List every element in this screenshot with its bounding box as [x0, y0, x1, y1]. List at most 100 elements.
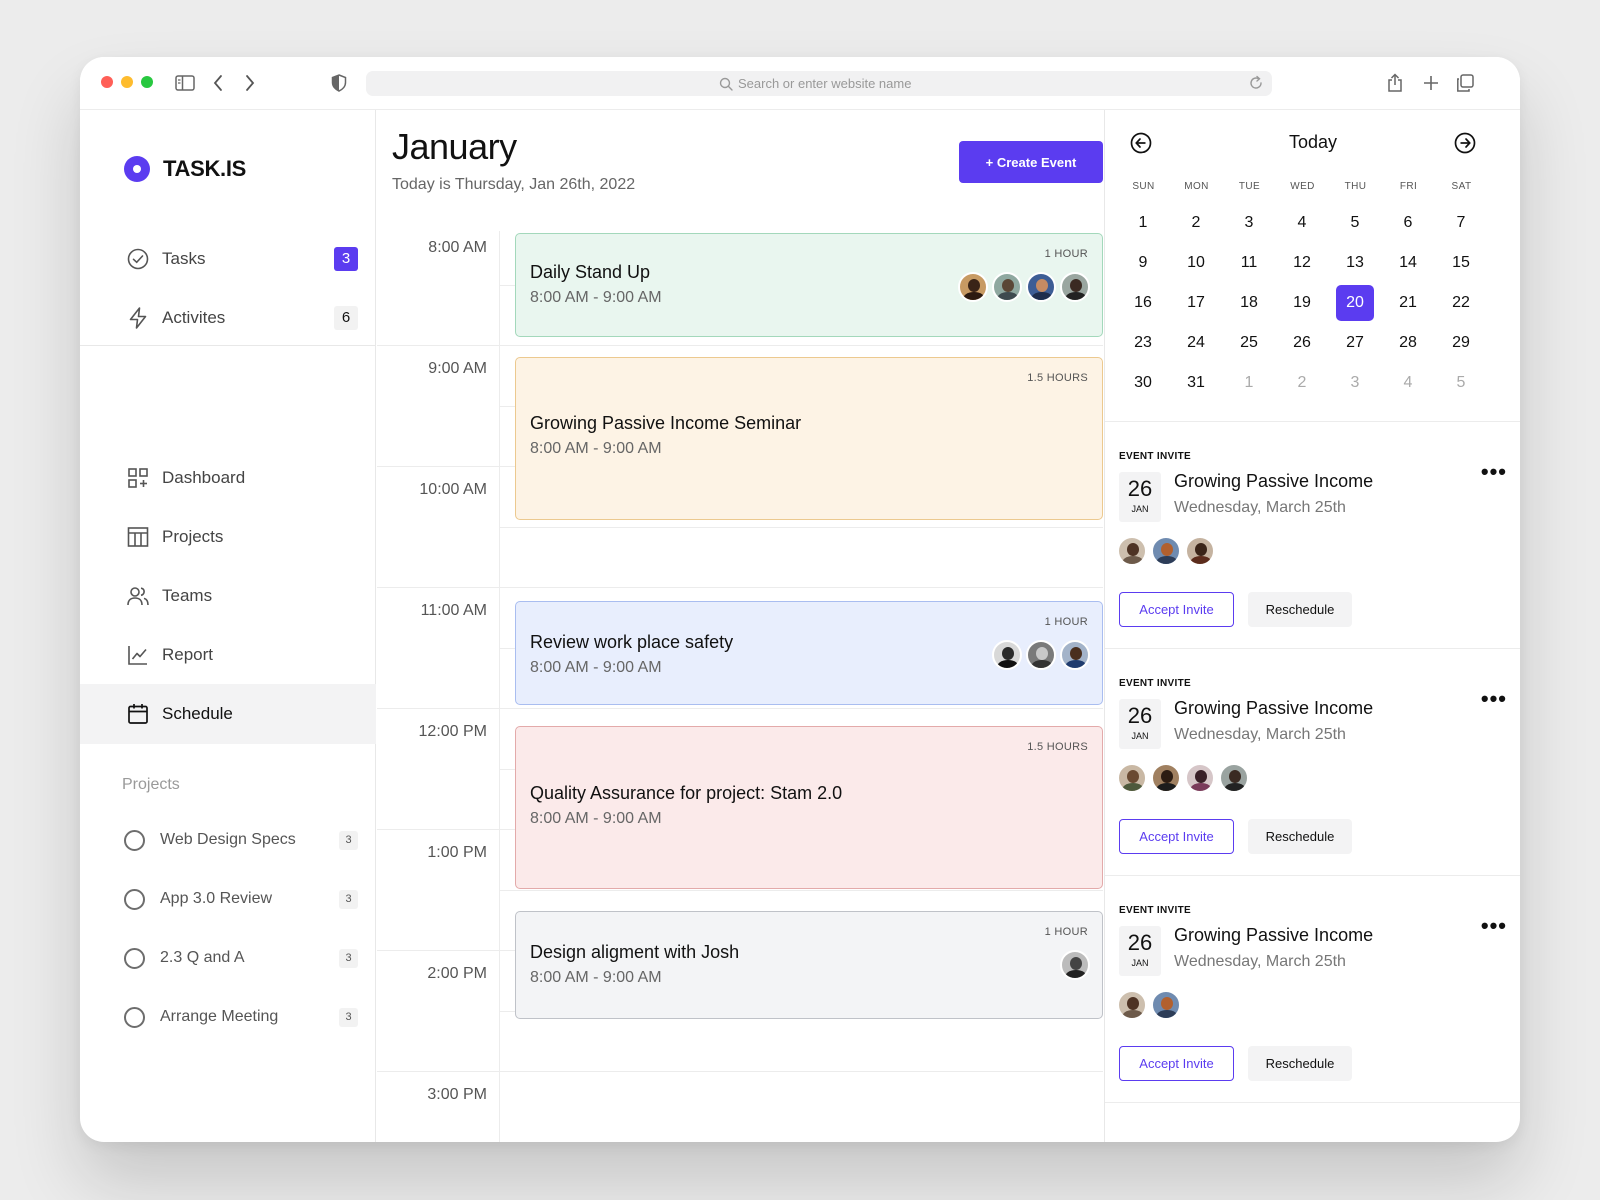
calendar-day-next-month[interactable]: 2: [1283, 365, 1321, 401]
calendar-day-next-month[interactable]: 4: [1389, 365, 1427, 401]
calendar-day[interactable]: 30: [1124, 365, 1162, 401]
project-radio-icon[interactable]: [124, 889, 145, 910]
reschedule-button[interactable]: Reschedule: [1248, 819, 1352, 854]
calendar-day[interactable]: 5: [1336, 205, 1374, 241]
calendar-day[interactable]: 25: [1230, 325, 1268, 361]
project-radio-icon[interactable]: [124, 830, 145, 851]
project-item[interactable]: 2.3 Q and A 3: [80, 939, 376, 979]
avatar[interactable]: [1026, 640, 1056, 670]
avatar[interactable]: [1185, 763, 1215, 793]
avatar[interactable]: [1060, 272, 1090, 302]
calendar-day[interactable]: 10: [1177, 245, 1215, 281]
tabs-overview-icon[interactable]: [1453, 71, 1477, 95]
calendar-day[interactable]: 3: [1230, 205, 1268, 241]
avatar[interactable]: [1060, 950, 1090, 980]
address-bar[interactable]: [366, 71, 1272, 96]
event-card-review-work-place-safety[interactable]: 1 HOUR Review work place safety 8:00 AM …: [515, 601, 1103, 705]
calendar-day[interactable]: 24: [1177, 325, 1215, 361]
minimize-window-button[interactable]: [121, 76, 133, 88]
avatar[interactable]: [1151, 763, 1181, 793]
forward-arrow-icon[interactable]: [238, 71, 262, 95]
more-options-icon[interactable]: •••: [1481, 915, 1507, 937]
calendar-day-next-month[interactable]: 3: [1336, 365, 1374, 401]
close-window-button[interactable]: [101, 76, 113, 88]
more-options-icon[interactable]: •••: [1481, 688, 1507, 710]
avatar[interactable]: [1219, 763, 1249, 793]
avatar[interactable]: [958, 272, 988, 302]
sidebar-toggle-icon[interactable]: [173, 71, 197, 95]
project-radio-icon[interactable]: [124, 1007, 145, 1028]
calendar-day[interactable]: 16: [1124, 285, 1162, 321]
calendar-day-selected[interactable]: 20: [1336, 285, 1374, 321]
calendar-day-next-month[interactable]: 5: [1442, 365, 1480, 401]
calendar-day[interactable]: 12: [1283, 245, 1321, 281]
next-month-arrow-icon[interactable]: [1453, 131, 1477, 155]
zoom-window-button[interactable]: [141, 76, 153, 88]
half-hour-line: [500, 890, 1103, 891]
new-tab-plus-icon[interactable]: [1419, 71, 1443, 95]
avatar[interactable]: [1117, 763, 1147, 793]
calendar-day[interactable]: 1: [1124, 205, 1162, 241]
address-input[interactable]: [738, 74, 1138, 93]
calendar-day[interactable]: 22: [1442, 285, 1480, 321]
avatar[interactable]: [992, 640, 1022, 670]
calendar-day[interactable]: 23: [1124, 325, 1162, 361]
reschedule-button[interactable]: Reschedule: [1248, 1046, 1352, 1081]
project-radio-icon[interactable]: [124, 948, 145, 969]
calendar-day[interactable]: 26: [1283, 325, 1321, 361]
avatar[interactable]: [1151, 990, 1181, 1020]
create-event-button[interactable]: + Create Event: [959, 141, 1103, 183]
sidebar-item-schedule[interactable]: Schedule: [80, 684, 376, 744]
calendar-day[interactable]: 6: [1389, 205, 1427, 241]
sidebar-item-tasks[interactable]: Tasks 3: [80, 229, 376, 289]
event-card-design-aligment[interactable]: 1 HOUR Design aligment with Josh 8:00 AM…: [515, 911, 1103, 1019]
reschedule-button[interactable]: Reschedule: [1248, 592, 1352, 627]
avatar[interactable]: [1151, 536, 1181, 566]
avatar[interactable]: [1117, 990, 1147, 1020]
calendar-day[interactable]: 18: [1230, 285, 1268, 321]
project-item[interactable]: Web Design Specs 3: [80, 821, 376, 861]
sidebar-item-report[interactable]: Report: [80, 625, 376, 685]
more-options-icon[interactable]: •••: [1481, 461, 1507, 483]
sidebar-item-activites[interactable]: Activites 6: [80, 288, 376, 348]
sidebar-item-projects[interactable]: Projects: [80, 507, 376, 567]
calendar-day[interactable]: 31: [1177, 365, 1215, 401]
accept-invite-button[interactable]: Accept Invite: [1119, 1046, 1234, 1081]
accept-invite-button[interactable]: Accept Invite: [1119, 592, 1234, 627]
sidebar-item-dashboard[interactable]: Dashboard: [80, 448, 376, 508]
calendar-day-next-month[interactable]: 1: [1230, 365, 1268, 401]
reload-icon[interactable]: [1248, 75, 1264, 96]
calendar-day[interactable]: 19: [1283, 285, 1321, 321]
shield-icon[interactable]: [327, 71, 351, 95]
project-item[interactable]: Arrange Meeting 3: [80, 998, 376, 1038]
calendar-day[interactable]: 11: [1230, 245, 1268, 281]
event-card-daily-stand-up[interactable]: 1 HOUR Daily Stand Up 8:00 AM - 9:00 AM: [515, 233, 1103, 337]
time-label: 12:00 PM: [418, 723, 487, 740]
calendar-day[interactable]: 9: [1124, 245, 1162, 281]
avatar[interactable]: [992, 272, 1022, 302]
calendar-day[interactable]: 2: [1177, 205, 1215, 241]
avatar[interactable]: [1026, 272, 1056, 302]
event-card-growing-passive-income-seminar[interactable]: 1.5 HOURS Growing Passive Income Seminar…: [515, 357, 1103, 520]
calendar-day[interactable]: 27: [1336, 325, 1374, 361]
event-card-quality-assurance[interactable]: 1.5 HOURS Quality Assurance for project:…: [515, 726, 1103, 889]
accept-invite-button[interactable]: Accept Invite: [1119, 819, 1234, 854]
calendar-day[interactable]: 15: [1442, 245, 1480, 281]
calendar-day[interactable]: 29: [1442, 325, 1480, 361]
logo-text: TASK.IS: [163, 156, 247, 181]
avatar[interactable]: [1185, 536, 1215, 566]
calendar-day[interactable]: 17: [1177, 285, 1215, 321]
calendar-day[interactable]: 13: [1336, 245, 1374, 281]
calendar-day[interactable]: 7: [1442, 205, 1480, 241]
calendar-day[interactable]: 28: [1389, 325, 1427, 361]
avatar[interactable]: [1117, 536, 1147, 566]
calendar-day[interactable]: 4: [1283, 205, 1321, 241]
project-item[interactable]: App 3.0 Review 3: [80, 880, 376, 920]
logo[interactable]: TASK.IS: [124, 156, 246, 182]
sidebar-item-teams[interactable]: Teams: [80, 566, 376, 626]
calendar-day[interactable]: 21: [1389, 285, 1427, 321]
avatar[interactable]: [1060, 640, 1090, 670]
back-arrow-icon[interactable]: [206, 71, 230, 95]
calendar-day[interactable]: 14: [1389, 245, 1427, 281]
share-icon[interactable]: [1383, 71, 1407, 95]
